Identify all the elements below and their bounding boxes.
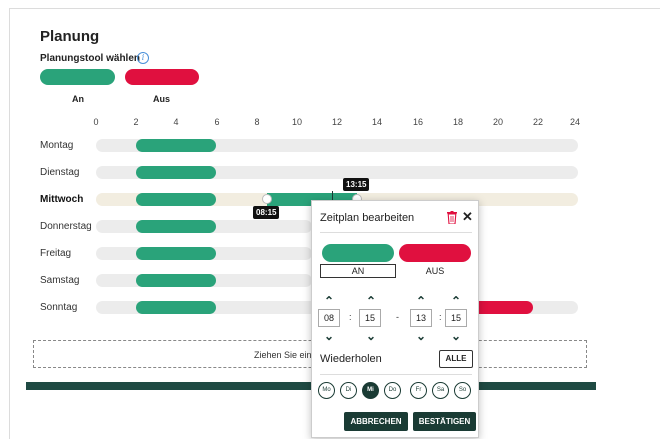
page-title: Planung	[40, 28, 100, 45]
weekday-toggle-mi[interactable]: Mi	[362, 382, 379, 399]
axis-tick: 22	[532, 117, 544, 127]
chevron-up-icon[interactable]: ⌃	[362, 295, 380, 307]
weekday-toggle-mo[interactable]: Mo	[318, 382, 335, 399]
selection-start-handle[interactable]	[262, 194, 272, 204]
legend-on-label: An	[72, 94, 84, 104]
schedule-block-on[interactable]	[136, 274, 216, 287]
schedule-track-donnerstag[interactable]	[96, 220, 312, 233]
dropzone-text: Ziehen Sie ein Gerät hierhin, u	[253, 350, 376, 360]
chevron-down-icon[interactable]: ⌄	[447, 330, 465, 342]
axis-tick: 0	[93, 117, 99, 127]
legend-off-swatch[interactable]	[125, 69, 199, 85]
divider	[320, 232, 472, 233]
mode-on-button[interactable]: AN	[320, 264, 396, 278]
weekday-toggle-di[interactable]: Di	[340, 382, 357, 399]
axis-tick: 24	[569, 117, 581, 127]
weekday-toggle-fr[interactable]: Fr	[410, 382, 427, 399]
schedule-track-samstag[interactable]	[96, 274, 312, 287]
day-label-mittwoch: Mittwoch	[40, 194, 84, 205]
axis-tick: 20	[492, 117, 504, 127]
day-label-dienstag: Dienstag	[40, 167, 80, 178]
divider	[320, 374, 472, 375]
weekday-toggle-so[interactable]: So	[454, 382, 471, 399]
day-label-donnerstag: Donnerstag	[40, 221, 92, 232]
time-colon: :	[439, 312, 442, 322]
trash-icon[interactable]	[447, 211, 457, 224]
schedule-block-on[interactable]	[136, 193, 216, 206]
axis-tick: 6	[214, 117, 220, 127]
end-hour-input[interactable]: 13	[410, 309, 432, 327]
close-icon[interactable]: ✕	[462, 210, 473, 223]
repeat-label: Wiederholen	[320, 353, 382, 365]
time-colon: :	[349, 312, 352, 322]
weekday-toggle-do[interactable]: Do	[384, 382, 401, 399]
day-label-montag: Montag	[40, 140, 74, 151]
cancel-button[interactable]: ABBRECHEN	[344, 412, 408, 431]
start-hour-input[interactable]: 08	[318, 309, 340, 327]
mode-on-swatch[interactable]	[322, 244, 394, 262]
schedule-block-on[interactable]	[136, 166, 216, 179]
schedule-track-dienstag[interactable]	[96, 166, 578, 179]
info-icon[interactable]: i	[137, 52, 149, 64]
chevron-down-icon[interactable]: ⌄	[320, 330, 338, 342]
end-time-tooltip: 13:15	[343, 178, 370, 191]
schedule-track-montag[interactable]	[96, 139, 578, 152]
day-label-sonntag: Sonntag	[40, 302, 78, 313]
start-time-tooltip: 08:15	[253, 206, 280, 219]
mode-off-swatch[interactable]	[399, 244, 471, 262]
time-dash: -	[396, 312, 399, 322]
axis-tick: 18	[452, 117, 464, 127]
edit-schedule-popup: Zeitplan bearbeiten ✕ AN AUS ⌃ ⌃ ⌃ ⌃ 08 …	[311, 200, 479, 438]
chevron-up-icon[interactable]: ⌃	[320, 295, 338, 307]
schedule-block-on[interactable]	[136, 139, 216, 152]
legend-on-swatch[interactable]	[40, 69, 115, 85]
schedule-track-freitag[interactable]	[96, 247, 312, 260]
axis-tick: 4	[173, 117, 179, 127]
device-dropzone[interactable]: Ziehen Sie ein Gerät hierhin, u	[33, 340, 587, 368]
day-label-samstag: Samstag	[40, 275, 80, 286]
select-all-days-button[interactable]: ALLE	[439, 350, 473, 368]
day-label-freitag: Freitag	[40, 248, 72, 259]
weekday-toggle-sa[interactable]: Sa	[432, 382, 449, 399]
chevron-up-icon[interactable]: ⌃	[447, 295, 465, 307]
start-minute-input[interactable]: 15	[359, 309, 381, 327]
confirm-button[interactable]: BESTÄTIGEN	[413, 412, 476, 431]
chevron-up-icon[interactable]: ⌃	[412, 295, 430, 307]
mode-off-label[interactable]: AUS	[399, 266, 471, 276]
end-minute-input[interactable]: 15	[445, 309, 467, 327]
tool-select-label: Planungstool wählen	[40, 53, 141, 64]
axis-tick: 8	[254, 117, 260, 127]
schedule-block-on[interactable]	[136, 247, 216, 260]
schedule-block-on[interactable]	[136, 220, 216, 233]
axis-tick: 2	[133, 117, 139, 127]
schedule-block-on[interactable]	[136, 301, 216, 314]
chevron-down-icon[interactable]: ⌄	[412, 330, 430, 342]
popup-title: Zeitplan bearbeiten	[320, 212, 415, 224]
axis-tick: 10	[291, 117, 303, 127]
axis-tick: 12	[331, 117, 343, 127]
legend-off-label: Aus	[153, 94, 171, 104]
axis-tick: 14	[371, 117, 383, 127]
chevron-down-icon[interactable]: ⌄	[362, 330, 380, 342]
axis-tick: 16	[412, 117, 424, 127]
